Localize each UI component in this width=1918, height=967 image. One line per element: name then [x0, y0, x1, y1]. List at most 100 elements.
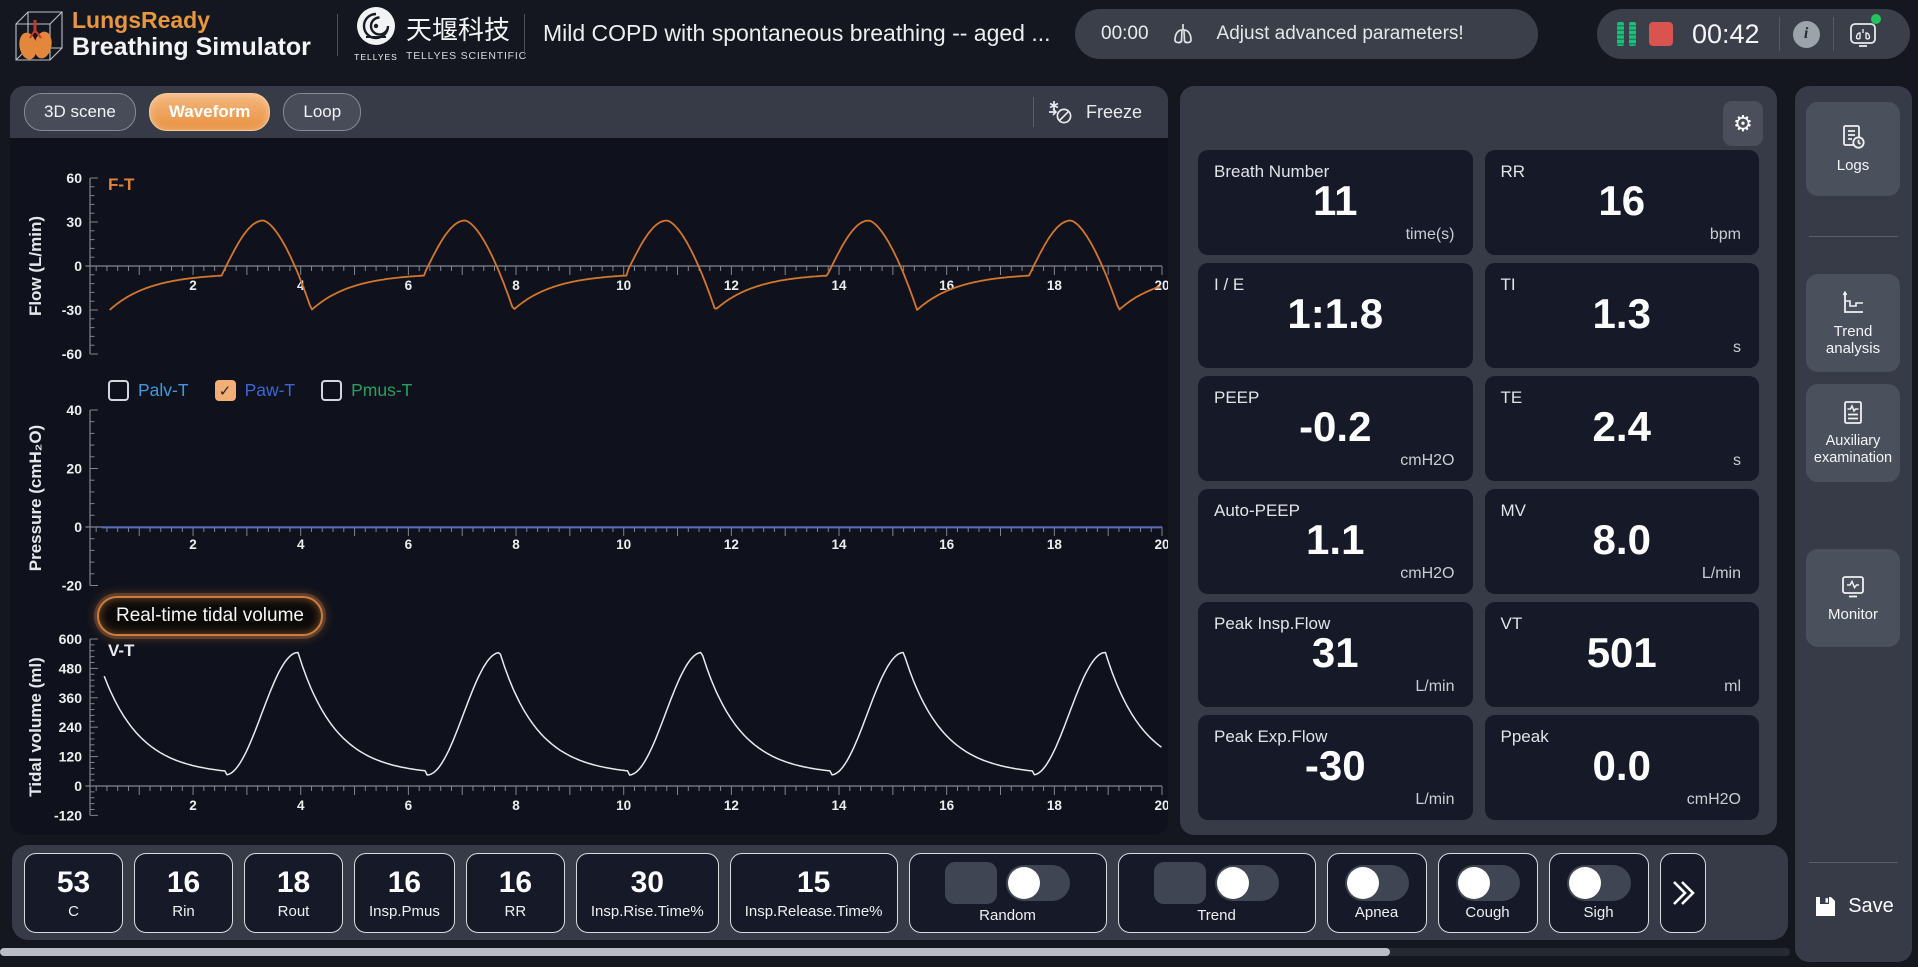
toggle-label: Apnea: [1355, 904, 1398, 921]
svg-text:16: 16: [939, 537, 955, 552]
toggle-knob: [1458, 867, 1490, 899]
expand-more-button[interactable]: [1660, 853, 1706, 933]
trend-analysis-label: Trend analysis: [1806, 323, 1900, 358]
legend-label: Paw-T: [245, 380, 296, 401]
svg-text:2: 2: [189, 278, 197, 293]
dock-param-c[interactable]: 53C: [24, 853, 123, 933]
param-unit: L/min: [1702, 565, 1741, 583]
lungs-icon: [1169, 20, 1197, 48]
palv-checkbox[interactable]: [108, 380, 129, 401]
svg-text:600: 600: [59, 631, 83, 647]
svg-text:4: 4: [297, 798, 305, 813]
param-value: 11: [1198, 177, 1473, 225]
brand-name-en: TELLYES SCIENTIFIC: [406, 50, 527, 62]
toggle-card-sigh[interactable]: Sigh: [1549, 853, 1649, 933]
param-value: 8.0: [1485, 516, 1760, 564]
info-icon[interactable]: i: [1793, 21, 1820, 48]
freeze-button[interactable]: Freeze: [1033, 97, 1168, 127]
svg-text:6: 6: [405, 537, 413, 552]
dock-param-value: 16: [167, 866, 200, 900]
monitor-panel: ⚙ Breath Number11time(s)RR16bpmI / E1:1.…: [1180, 86, 1777, 835]
svg-text:20: 20: [1154, 278, 1168, 293]
toggle-card-cough[interactable]: Cough: [1438, 853, 1538, 933]
stop-button[interactable]: [1649, 22, 1673, 46]
auxiliary-examination-button[interactable]: Auxiliary examination: [1806, 384, 1900, 482]
svg-text:6: 6: [405, 798, 413, 813]
dock-param-label: Rin: [172, 903, 195, 920]
brand-name-cn: 天堰科技: [406, 10, 527, 47]
volume-waveform: [104, 653, 1161, 776]
param-value: 501: [1485, 629, 1760, 677]
svg-text:14: 14: [832, 278, 848, 293]
param-value: -30: [1198, 742, 1473, 790]
tab-waveform[interactable]: Waveform: [149, 93, 271, 131]
pmus-checkbox[interactable]: [321, 380, 342, 401]
dock-param-rin[interactable]: 16 Rin: [134, 853, 233, 933]
legend-palv-t[interactable]: Palv-T: [108, 380, 189, 401]
svg-text:20: 20: [1154, 537, 1168, 552]
toggle-switch-apnea[interactable]: [1345, 865, 1409, 901]
dock-scrollbar-thumb[interactable]: [0, 948, 1390, 956]
toggle-knob: [1347, 867, 1379, 899]
param-value: 31: [1198, 629, 1473, 677]
paw-checkbox[interactable]: ✓: [215, 380, 236, 401]
dock-param-insp-pmus[interactable]: 16Insp.Pmus: [354, 853, 455, 933]
toggle-row: [1456, 865, 1520, 901]
param-card-peak-insp-flow: Peak Insp.Flow31L/min: [1198, 602, 1473, 707]
svg-text:18: 18: [1047, 278, 1063, 293]
dock-param-insp-rise-time[interactable]: 30Insp.Rise.Time%: [576, 853, 719, 933]
volume-chart-title: V-T: [108, 641, 135, 660]
monitor-icon: [1839, 572, 1867, 600]
svg-text:14: 14: [832, 798, 848, 813]
monitor-param-grid: Breath Number11time(s)RR16bpmI / E1:1.8T…: [1198, 150, 1759, 820]
toggle-card-apnea[interactable]: Apnea: [1327, 853, 1427, 933]
svg-text:12: 12: [724, 798, 739, 813]
toggle-switch-random[interactable]: [1006, 865, 1070, 901]
device-status-icon[interactable]: [1847, 18, 1879, 50]
save-label: Save: [1848, 895, 1894, 918]
toggle-switch-cough[interactable]: [1456, 865, 1520, 901]
dock-param-label: Insp.Rise.Time%: [591, 903, 704, 920]
dock-param-value: 53: [57, 866, 90, 900]
elapsed-time: 00:42: [1692, 19, 1760, 50]
param-card-i-e: I / E1:1.8: [1198, 263, 1473, 368]
legend-pmus-t[interactable]: Pmus-T: [321, 380, 412, 401]
brand-text: 天堰科技 TELLYES SCIENTIFIC: [406, 10, 527, 62]
monitor-button[interactable]: Monitor: [1806, 549, 1900, 647]
param-unit: cmH2O: [1687, 791, 1741, 809]
toggle-knob: [1217, 867, 1249, 899]
param-card-mv: MV8.0L/min: [1485, 489, 1760, 594]
toolbar-divider: [1033, 97, 1034, 127]
logs-icon: [1839, 123, 1867, 151]
svg-text:8: 8: [512, 278, 520, 293]
trend-analysis-button[interactable]: Trend analysis: [1806, 274, 1900, 372]
toggle-switch-sigh[interactable]: [1567, 865, 1631, 901]
param-value: 16: [1485, 177, 1760, 225]
param-card-peak-exp-flow: Peak Exp.Flow-30L/min: [1198, 715, 1473, 820]
app-title-line1: LungsReady: [72, 7, 311, 33]
legend-paw-t[interactable]: ✓ Paw-T: [215, 380, 296, 401]
gear-icon[interactable]: ⚙: [1723, 101, 1763, 146]
toggle-card-trend[interactable]: Trend: [1118, 853, 1316, 933]
param-card-ti: TI1.3s: [1485, 263, 1760, 368]
svg-text:2: 2: [189, 798, 197, 813]
pause-button[interactable]: [1617, 22, 1636, 46]
dock-param-rout[interactable]: 18Rout: [244, 853, 343, 933]
waveform-panel: 3D sceneWaveformLoop Freeze 246810121416…: [10, 86, 1168, 835]
toggle-switch-trend[interactable]: [1215, 865, 1279, 901]
param-card-rr: RR16bpm: [1485, 150, 1760, 255]
param-unit: ml: [1724, 678, 1741, 696]
parameter-dock: 53C 16 Rin 18Rout16Insp.Pmus16RR30Insp.Rise…: [12, 845, 1788, 940]
tab-loop[interactable]: Loop: [283, 93, 361, 131]
dock-param-rr[interactable]: 16RR: [466, 853, 565, 933]
tab-3d-scene[interactable]: 3D scene: [24, 93, 136, 131]
toggle-row: [945, 862, 1070, 904]
pressure-axis-title: Pressure (cmH₂O): [26, 425, 46, 571]
save-button[interactable]: Save: [1795, 886, 1912, 926]
dock-param-insp-release-time[interactable]: 15Insp.Release.Time%: [730, 853, 898, 933]
param-value: 1.3: [1485, 290, 1760, 338]
svg-text:12: 12: [724, 537, 739, 552]
toggle-card-random[interactable]: Random: [909, 853, 1107, 933]
logs-button[interactable]: Logs: [1806, 102, 1900, 196]
lungs-logo: [8, 6, 66, 66]
